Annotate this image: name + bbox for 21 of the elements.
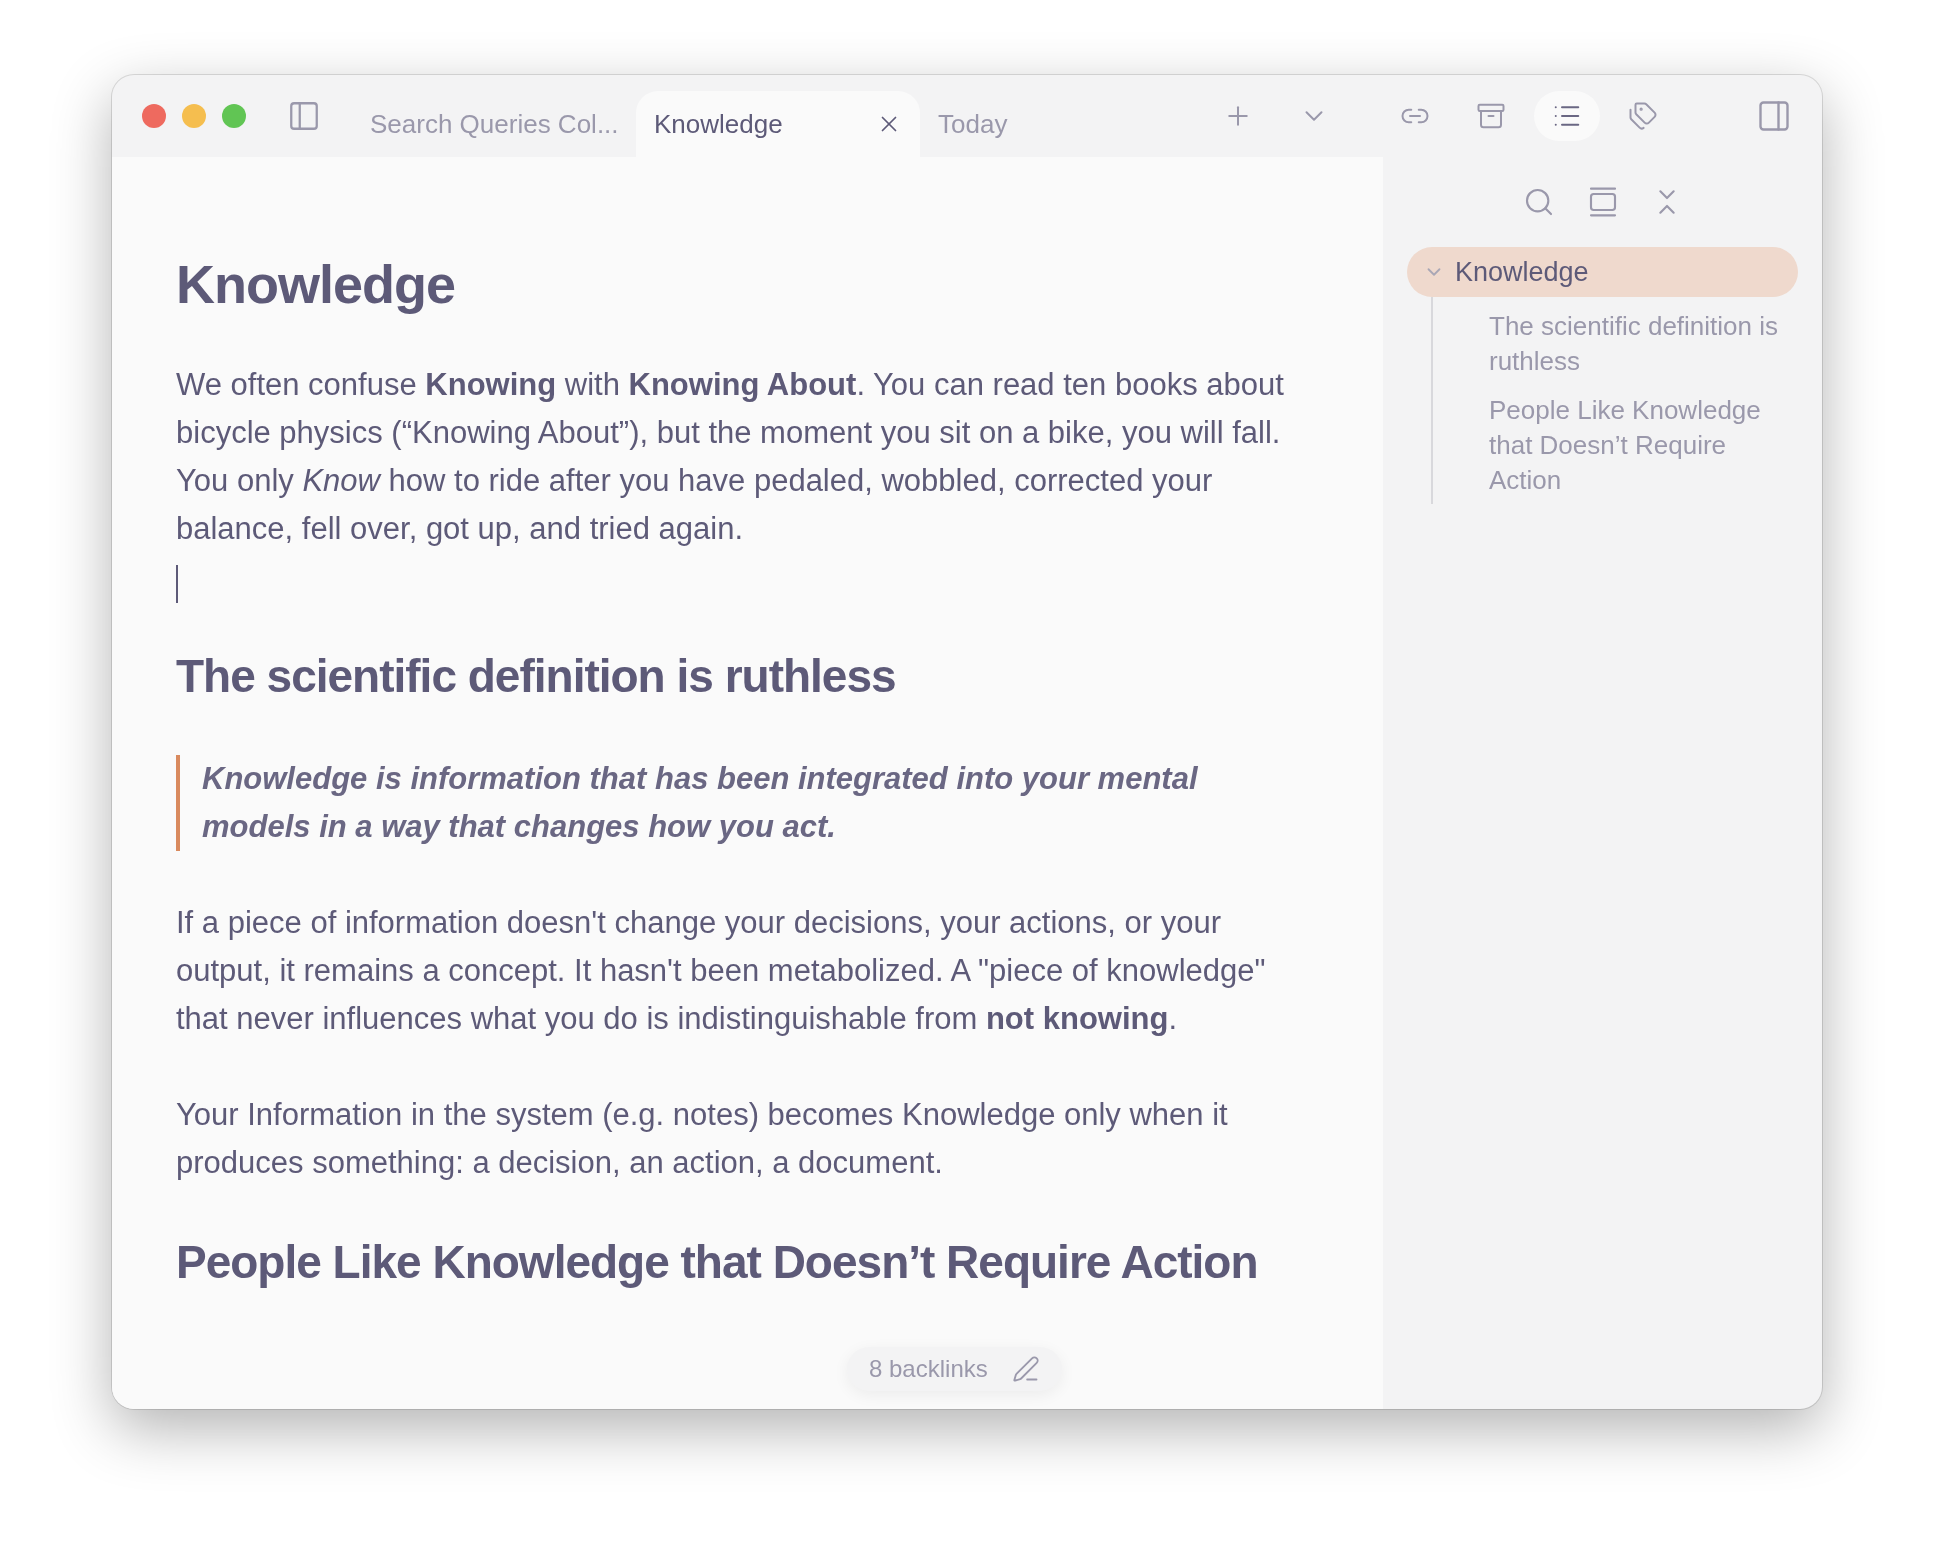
paragraph: We often confuse Knowing with Knowing About. You can read ten books about bicycle physics (“Knowing About”), but the moment you sit on a bike, you will fall. You only Know how to ride after you have pedaled, wobbled, corrected your balance, fell over, got up, and tried again. xyxy=(176,366,1285,548)
text-cursor xyxy=(176,565,178,603)
outline-item[interactable]: The scientific definition is ruthless xyxy=(1489,309,1798,379)
document-title: Knowledge xyxy=(176,253,456,315)
backlinks-bar[interactable]: 8 backlinks xyxy=(847,1347,1062,1391)
tab[interactable]: Knowledge xyxy=(636,91,920,157)
zoom-button[interactable] xyxy=(222,104,246,128)
outline-item[interactable]: People Like Knowledge that Doesn’t Require Action xyxy=(1489,393,1798,498)
close-window-button[interactable] xyxy=(142,104,166,128)
minimize-button[interactable] xyxy=(182,104,206,128)
pen-icon[interactable] xyxy=(1011,1355,1040,1383)
paragraph: Your Information in the system (e.g. notes) becomes Knowledge only when it produces something: a decision, an action, a document. xyxy=(176,1096,1229,1182)
tab[interactable]: Search Queries Col... xyxy=(352,91,636,157)
block-quote: Knowledge is information that has been integrated into your mental models in a way that changes how you act. xyxy=(176,755,1262,851)
outline-item[interactable]: Knowledge xyxy=(1407,247,1798,297)
list-icon[interactable] xyxy=(1534,91,1600,141)
section-heading: The scientific definition is ruthless xyxy=(176,649,897,703)
paragraph: If a piece of information doesn't change your decisions, your actions, or your output, it remains a concept. It hasn't been metabolized. A "piece of knowledge" that never influences what you do is indistinguishable from not knowing. xyxy=(176,904,1267,1038)
backlinks-count[interactable]: 8 backlinks xyxy=(869,1355,988,1383)
section-heading: People Like Knowledge that Doesn’t Require Action xyxy=(176,1235,1259,1289)
tab[interactable]: Today xyxy=(920,91,1204,157)
